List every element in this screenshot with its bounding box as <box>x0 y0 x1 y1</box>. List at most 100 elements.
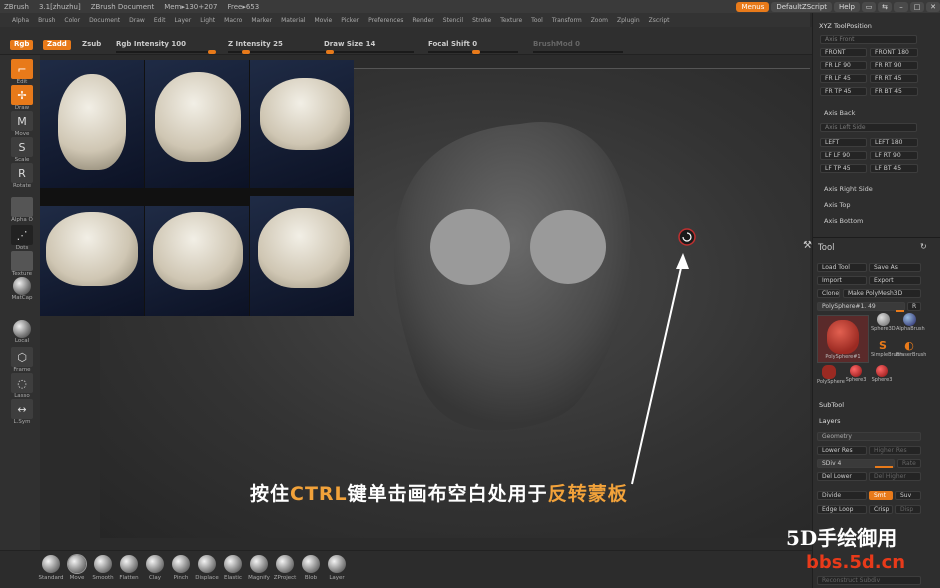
menu-item-render[interactable]: Render <box>412 17 433 24</box>
lasso-button[interactable]: ◌ Lasso <box>10 373 34 399</box>
tool-thumbnail-sphere3d[interactable]: Sphere3D <box>871 313 896 332</box>
z-intensity-thumb[interactable] <box>242 50 250 54</box>
menu-item-stencil[interactable]: Stencil <box>443 17 463 24</box>
menu-item-material[interactable]: Material <box>281 17 305 24</box>
brushmod-slider[interactable]: BrushMod 0 <box>533 40 623 53</box>
rgb-intensity-slider[interactable]: Rgb Intensity 100 <box>116 40 216 54</box>
save-as-button[interactable]: Save As <box>869 263 921 272</box>
tool-thumbnail-polysphere-small[interactable]: PolySphere <box>817 365 845 385</box>
tool-thumbnail-simplebrush[interactable]: S SimpleBrush <box>871 339 903 358</box>
left-button[interactable]: LEFT <box>820 138 867 147</box>
xyz-toolposition-title[interactable]: XYZ ToolPosition <box>819 22 872 30</box>
menu-item-color[interactable]: Color <box>64 17 80 24</box>
del-higher-button[interactable]: Del Higher <box>869 472 921 481</box>
fr-lf-90-button[interactable]: FR LF 90 <box>820 61 867 70</box>
tool-thumbnail-eraserbrush[interactable]: ◐ EraserBrush <box>896 339 926 358</box>
current-tool-thumb[interactable] <box>896 310 904 312</box>
menu-item-movie[interactable]: Movie <box>314 17 332 24</box>
menu-item-stroke[interactable]: Stroke <box>472 17 491 24</box>
scale-button[interactable]: S Scale <box>10 137 34 163</box>
help-button[interactable]: Help <box>834 1 860 12</box>
brush-displace[interactable]: Displace <box>194 555 220 581</box>
sdiv-thumb[interactable] <box>875 466 893 468</box>
move-button[interactable]: M Move <box>10 111 34 137</box>
brush-blob[interactable]: Blob <box>298 555 324 581</box>
alpha-button[interactable]: Alpha O <box>10 197 34 223</box>
axis-left-side-button[interactable]: Axis Left Side <box>820 123 917 132</box>
menus-button[interactable]: Menus <box>736 1 770 12</box>
zsub-toggle[interactable]: Zsub <box>78 40 105 50</box>
menu-item-macro[interactable]: Macro <box>224 17 242 24</box>
stroke-dots-button[interactable]: ⋰ Dots <box>10 225 34 251</box>
divide-button[interactable]: Divide <box>817 491 867 500</box>
menu-item-light[interactable]: Light <box>200 17 215 24</box>
axis-bottom-label[interactable]: Axis Bottom <box>824 217 863 225</box>
rate-button[interactable]: Rate <box>897 459 921 468</box>
maximize-icon[interactable]: □ <box>910 1 924 12</box>
import-button[interactable]: Import <box>817 276 867 285</box>
menu-item-marker[interactable]: Marker <box>251 17 272 24</box>
menu-item-zoom[interactable]: Zoom <box>591 17 608 24</box>
crisp-button[interactable]: Crisp <box>869 505 893 514</box>
menu-item-tool[interactable]: Tool <box>531 17 543 24</box>
front-button[interactable]: FRONT <box>820 48 867 57</box>
axis-front-button[interactable]: Axis Front <box>820 35 917 44</box>
fr-bt-45-button[interactable]: FR BT 45 <box>870 87 918 96</box>
menu-item-document[interactable]: Document <box>89 17 120 24</box>
layout-icon[interactable]: ▭ <box>862 1 876 12</box>
higher-res-button[interactable]: Higher Res <box>869 446 921 455</box>
rotate-button[interactable]: R Rotate <box>10 163 34 189</box>
lf-rt-90-button[interactable]: LF RT 90 <box>870 151 918 160</box>
clone-button[interactable]: Clone <box>817 289 840 298</box>
load-tool-button[interactable]: Load Tool <box>817 263 867 272</box>
fr-tp-45-button[interactable]: FR TP 45 <box>820 87 867 96</box>
menu-item-preferences[interactable]: Preferences <box>368 17 403 24</box>
brush-smooth[interactable]: Smooth <box>90 555 116 581</box>
lower-res-button[interactable]: Lower Res <box>817 446 867 455</box>
brush-standard[interactable]: Standard <box>38 555 64 581</box>
export-button[interactable]: Export <box>869 276 921 285</box>
left-180-button[interactable]: LEFT 180 <box>870 138 918 147</box>
edit-button[interactable]: ⌐ Edit <box>10 59 34 85</box>
brush-move[interactable]: Move <box>64 555 90 581</box>
default-zscript-button[interactable]: DefaultZScript <box>771 1 833 12</box>
texture-button[interactable]: Texture <box>10 251 34 277</box>
brush-magnify[interactable]: Magnify <box>246 555 272 581</box>
make-polymesh3d-button[interactable]: Make PolyMesh3D <box>843 289 921 298</box>
lf-bt-45-button[interactable]: LF BT 45 <box>870 164 918 173</box>
menu-item-zplugin[interactable]: Zplugin <box>617 17 640 24</box>
front-180-button[interactable]: FRONT 180 <box>870 48 918 57</box>
close-icon[interactable]: ✕ <box>926 1 940 12</box>
lf-lf-90-button[interactable]: LF LF 90 <box>820 151 867 160</box>
axis-right-side-label[interactable]: Axis Right Side <box>824 185 873 193</box>
tool-thumbnail-sphere3-b[interactable]: Sphere3 <box>869 365 895 383</box>
r-button[interactable]: R <box>907 302 921 311</box>
z-intensity-slider[interactable]: Z Intensity 25 <box>228 40 328 54</box>
refresh-icon[interactable]: ↻ <box>920 242 927 251</box>
brush-clay[interactable]: Clay <box>142 555 168 581</box>
reconstruct-subdiv-button[interactable]: Reconstruct Subdiv <box>817 576 921 585</box>
draw-size-thumb[interactable] <box>326 50 334 54</box>
minimize-icon[interactable]: – <box>894 1 908 12</box>
menu-item-draw[interactable]: Draw <box>129 17 145 24</box>
frame-button[interactable]: ⬡ Frame <box>10 347 34 373</box>
brush-elastic[interactable]: Elastic <box>220 555 246 581</box>
subtool-section[interactable]: SubTool <box>819 401 844 409</box>
menu-item-alpha[interactable]: Alpha <box>12 17 29 24</box>
tool-thumbnail-alphabrush[interactable]: AlphaBrush <box>896 313 925 332</box>
rgb-toggle[interactable]: Rgb <box>10 40 34 50</box>
lsym-button[interactable]: ↔ L.Sym <box>10 399 34 425</box>
menu-item-zscript[interactable]: Zscript <box>649 17 670 24</box>
focal-shift-slider[interactable]: Focal Shift 0 <box>428 40 518 54</box>
draw-button[interactable]: ✢ Draw <box>10 85 34 111</box>
tool-thumbnail-sphere3-a[interactable]: Sphere3 <box>843 365 869 383</box>
swap-icon[interactable]: ⇆ <box>878 1 892 12</box>
suv-toggle[interactable]: Suv <box>895 491 921 500</box>
menu-item-texture[interactable]: Texture <box>500 17 522 24</box>
geometry-section[interactable]: Geometry <box>817 432 921 441</box>
edge-loop-button[interactable]: Edge Loop <box>817 505 867 514</box>
menu-item-brush[interactable]: Brush <box>38 17 55 24</box>
tool-thumbnail-polysphere[interactable]: PolySphere#1 <box>817 315 869 363</box>
lf-tp-45-button[interactable]: LF TP 45 <box>820 164 867 173</box>
brush-zproject[interactable]: ZProject <box>272 555 298 581</box>
